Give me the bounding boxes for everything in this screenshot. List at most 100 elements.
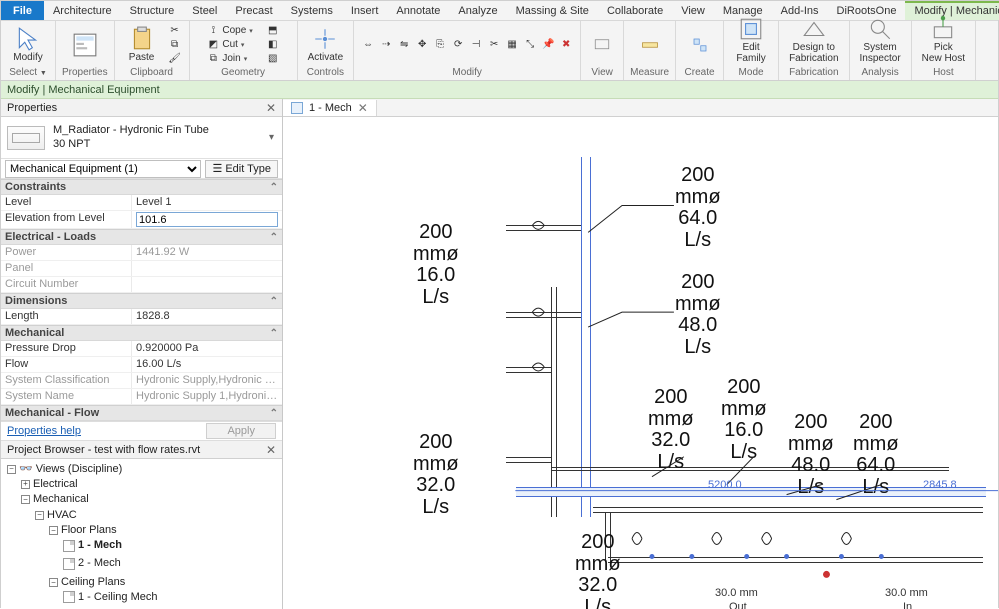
cut-geom-button[interactable]: ◩Cut ▾ [205,38,254,52]
copy-clip-button[interactable]: ⧉ [167,38,183,52]
cope-button[interactable]: ⟟Cope ▾ [205,24,254,38]
properties-help-link[interactable]: Properties help [7,425,81,437]
offset-icon: ⇢ [380,39,392,51]
pipe-segment[interactable] [516,487,986,497]
rotate-button[interactable]: ⟳ [450,38,466,52]
tab-view[interactable]: View [672,1,714,20]
tab-precast[interactable]: Precast [226,1,281,20]
tab-steel[interactable]: Steel [183,1,226,20]
copy-button[interactable]: ⎘ [432,38,448,52]
pipe-segment[interactable] [506,312,581,318]
properties-button[interactable] [64,30,106,60]
inspector-icon [867,16,893,42]
prop-level[interactable]: Level 1 [131,195,282,210]
family-name: M_Radiator - Hydronic Fin Tube [53,124,209,137]
pin-icon: 📌 [542,39,554,51]
pipe-tag: 200mmø64.0L/s [853,412,899,498]
mirror-icon: ⇋ [398,39,410,51]
close-icon[interactable]: ✕ [266,101,276,115]
brush-icon: 🖌 [169,53,181,65]
project-browser: Project Browser - test with flow rates.r… [1,441,282,609]
pipe-segment[interactable] [581,157,591,517]
array-button[interactable]: ▦ [504,38,520,52]
ribbon-panel-measure: Measure [624,21,676,80]
close-icon[interactable]: ✕ [358,101,368,115]
tab-analyze[interactable]: Analyze [449,1,506,20]
tab-structure[interactable]: Structure [121,1,184,20]
activate-button[interactable]: Activate [304,24,348,66]
ribbon-panel-geometry: ⟟Cope ▾ ◩Cut ▾ ⧉Join ▾ ⬒ ◧ ▧ Geometry [190,21,298,80]
trim-button[interactable]: ⊣ [468,38,484,52]
pipe-segment[interactable] [506,367,551,373]
tab-collaborate[interactable]: Collaborate [598,1,672,20]
modify-button[interactable]: Modify [7,24,49,66]
tree-item[interactable]: 1 - Ceiling Mech [63,590,278,608]
view-button[interactable] [587,34,617,56]
prop-flow[interactable]: 16.00 L/s [131,357,282,372]
doc-tab-1-mech[interactable]: 1 - Mech ✕ [283,100,377,116]
category-filter-select[interactable]: Mechanical Equipment (1) [5,160,201,178]
file-tab[interactable]: File [1,1,44,20]
activate-icon [312,26,338,52]
tab-annotate[interactable]: Annotate [387,1,449,20]
scale-button[interactable]: ⤡ [522,38,538,52]
paste-button[interactable]: Paste [121,24,163,66]
properties-grid: Constraints⌃ LevelLevel 1 Elevation from… [1,179,282,421]
tab-insert[interactable]: Insert [342,1,388,20]
ribbon-panel-create: Create [676,21,724,80]
edit-type-icon: ☰ [212,162,222,175]
split-button[interactable]: ✂ [486,38,502,52]
cut-clip-button[interactable]: ✂ [167,24,183,38]
dimension-text[interactable]: 2845.8 [923,479,957,491]
align-button[interactable]: ⇔ [360,38,376,52]
tab-systems[interactable]: Systems [282,1,342,20]
mirror-button[interactable]: ⇋ [396,38,412,52]
properties-panel-title: Properties ✕ [1,99,282,117]
elevation-input[interactable] [136,212,278,227]
pipe-segment[interactable] [506,225,581,231]
cursor-icon [15,26,41,52]
move-icon: ✥ [416,39,428,51]
pick-new-host-button[interactable]: Pick New Host [918,14,969,66]
tab-architecture[interactable]: Architecture [44,1,121,20]
geom-c-button[interactable]: ▧ [265,52,281,66]
prop-length[interactable]: 1828.8 [131,309,282,324]
copy-icon: ⧉ [169,39,181,51]
tree-item-1-mech[interactable]: 1 - Mech [63,538,278,556]
ribbon-panel-controls: Activate Controls [298,21,355,80]
pin-button[interactable]: 📌 [540,38,556,52]
measure-button[interactable] [635,34,665,56]
tree-item-2-mech[interactable]: 2 - Mech [63,556,278,574]
pipe-tag: 200mmø16.0L/s [721,377,767,463]
prop-pressure-drop[interactable]: 0.920000 Pa [131,341,282,356]
edit-type-button[interactable]: ☰ Edit Type [205,160,278,178]
delete-button[interactable]: ✖ [558,38,574,52]
pipe-segment[interactable] [551,287,557,517]
drawing-area[interactable]: 1 - Mech ✕ 200mmø16.0L/s [283,99,998,609]
edit-family-button[interactable]: Edit Family [730,14,772,66]
create-button[interactable] [685,34,715,56]
canvas[interactable]: 200mmø16.0L/s 200mmø32.0L/s 200mmø32.0L/… [283,117,998,609]
pipe-segment[interactable] [608,557,983,563]
context-bar: Modify | Mechanical Equipment [1,81,998,99]
match-button[interactable]: 🖌 [167,52,183,66]
dimension-text[interactable]: 5200.0 [708,479,742,491]
pipe-segment[interactable] [593,507,983,513]
pipe-segment[interactable] [506,457,551,463]
geom-a-button[interactable]: ⬒ [265,24,281,38]
tab-massing[interactable]: Massing & Site [507,1,598,20]
move-button[interactable]: ✥ [414,38,430,52]
offset-button[interactable]: ⇢ [378,38,394,52]
ribbon-panel-fabrication: Design to Fabrication Fabrication [779,21,849,80]
join-button[interactable]: ⧉Join ▾ [205,52,254,66]
properties-icon [72,32,98,58]
geom-b-button[interactable]: ◧ [265,38,281,52]
close-icon[interactable]: ✕ [266,443,276,457]
pipe-tag: 200mmø32.0L/s [413,432,459,518]
pipe-tag: 200mmø64.0L/s [675,165,721,251]
design-to-fab-button[interactable]: Design to Fabrication [785,14,842,66]
apply-button[interactable]: Apply [206,423,276,439]
type-selector[interactable]: M_Radiator - Hydronic Fin Tube 30 NPT ▾ [1,117,282,159]
system-inspector-button[interactable]: System Inspector [856,14,905,66]
project-tree[interactable]: −👓 Views (Discipline) +Electrical −Mecha… [1,459,282,609]
